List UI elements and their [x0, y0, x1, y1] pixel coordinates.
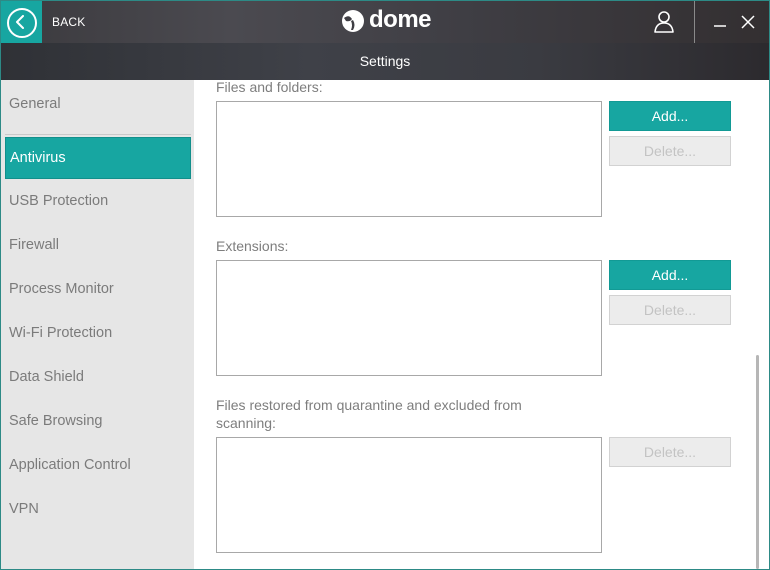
files-folders-delete-button[interactable]: Delete...	[609, 136, 731, 166]
extensions-list[interactable]	[216, 260, 602, 376]
sidebar-item-general[interactable]: General	[1, 82, 194, 126]
sidebar-item-firewall[interactable]: Firewall	[1, 223, 194, 267]
files-folders-label: Files and folders:	[216, 79, 323, 95]
app-window: BACK dome Settings General Antivirus USB…	[0, 0, 770, 570]
minimize-button[interactable]	[711, 13, 729, 31]
sidebar: General Antivirus USB Protection Firewal…	[1, 80, 194, 569]
title-bar: BACK dome	[1, 1, 769, 43]
sidebar-item-application-control[interactable]: Application Control	[1, 443, 194, 487]
close-button[interactable]	[739, 13, 757, 31]
brand-name: dome	[369, 6, 432, 33]
back-arrow-icon	[7, 8, 37, 38]
sidebar-item-safe-browsing[interactable]: Safe Browsing	[1, 399, 194, 443]
extensions-label: Extensions:	[216, 238, 289, 254]
sidebar-item-antivirus[interactable]: Antivirus	[5, 137, 191, 179]
user-button[interactable]	[649, 9, 679, 35]
sidebar-item-wifi-protection[interactable]: Wi-Fi Protection	[1, 311, 194, 355]
restored-files-list[interactable]	[216, 437, 602, 553]
sidebar-item-vpn[interactable]: VPN	[1, 487, 194, 531]
sidebar-divider	[5, 134, 191, 135]
sidebar-item-data-shield[interactable]: Data Shield	[1, 355, 194, 399]
minimize-icon	[714, 25, 726, 27]
antivirus-exclusions-panel: Files and folders: Add... Delete... Exte…	[194, 79, 769, 569]
page-title: Settings	[359, 53, 411, 69]
sidebar-item-usb-protection[interactable]: USB Protection	[1, 179, 194, 223]
extensions-delete-button[interactable]: Delete...	[609, 295, 731, 325]
restored-files-label: Files restored from quarantine and exclu…	[216, 397, 522, 431]
extensions-add-button[interactable]: Add...	[609, 260, 731, 290]
restored-files-delete-button[interactable]: Delete...	[609, 437, 731, 467]
back-label[interactable]: BACK	[52, 15, 85, 29]
files-folders-add-button[interactable]: Add...	[609, 101, 731, 131]
dome-logo-icon	[342, 10, 364, 32]
sidebar-item-process-monitor[interactable]: Process Monitor	[1, 267, 194, 311]
subtitle-bar: Settings	[1, 43, 769, 80]
files-folders-list[interactable]	[216, 101, 602, 217]
close-icon	[741, 15, 755, 29]
title-separator	[694, 1, 695, 43]
scrollbar-thumb[interactable]	[756, 355, 759, 569]
back-button[interactable]	[1, 1, 42, 43]
user-icon	[654, 11, 674, 33]
